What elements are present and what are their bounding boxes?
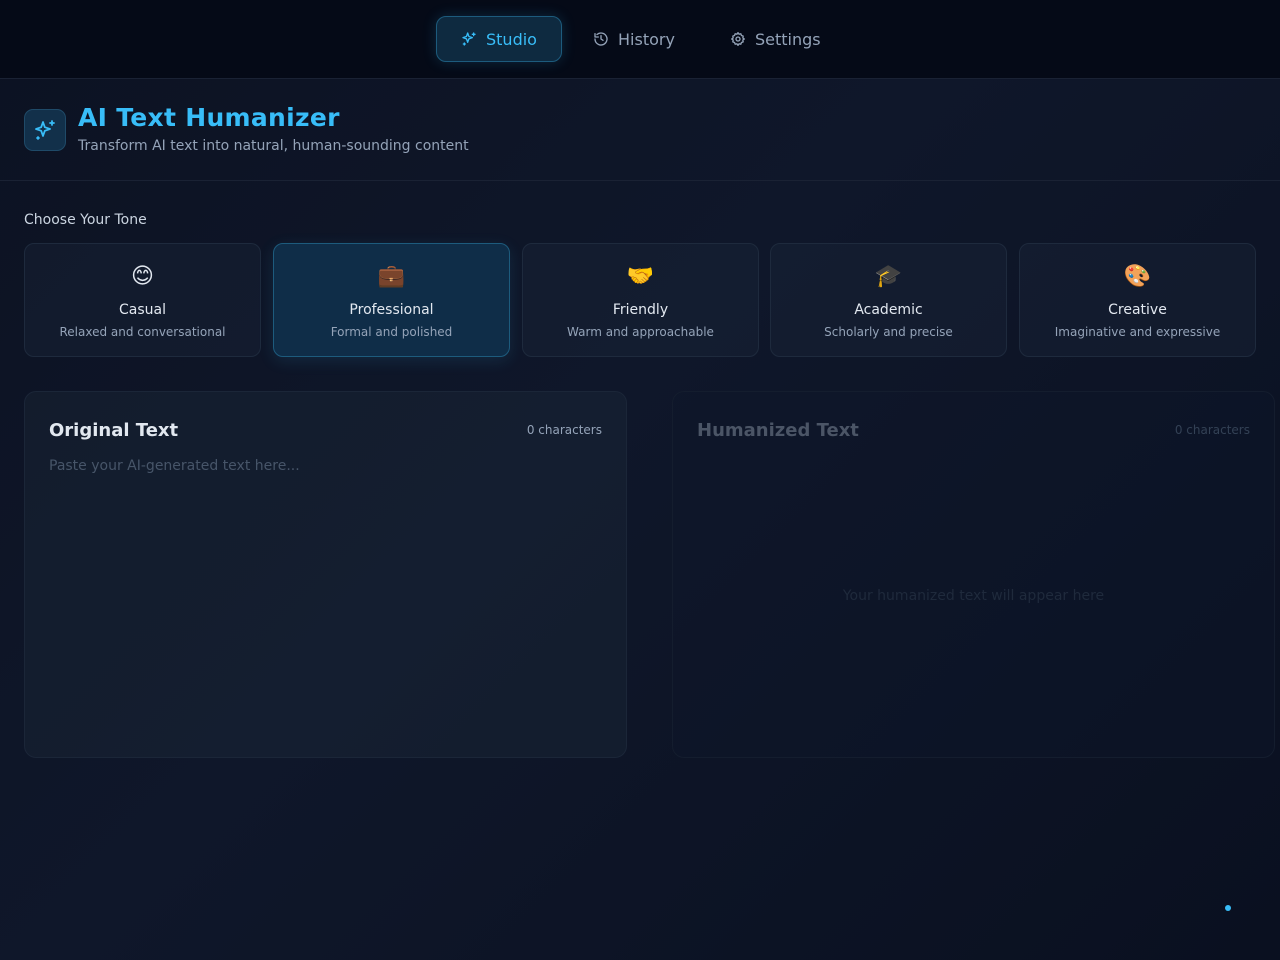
palette-icon: 🎨 [1123,264,1152,289]
graduation-cap-icon: 🎓 [874,264,903,289]
humanized-text-title: Humanized Text [697,420,859,441]
nav-tab-studio[interactable]: Studio [436,16,562,62]
page-subtitle: Transform AI text into natural, human-so… [78,138,469,154]
tone-option-academic[interactable]: 🎓 Academic Scholarly and precise [770,243,1007,357]
original-char-count: 0 characters [526,423,602,437]
sparkles-icon [35,120,55,140]
tone-description: Relaxed and conversational [59,325,226,339]
app-header: AI Text Humanizer Transform AI text into… [0,79,1280,181]
original-text-input[interactable] [49,458,604,728]
tone-name: Friendly [612,302,669,318]
tone-description: Formal and polished [330,325,453,339]
tone-name: Academic [854,302,923,318]
tone-option-creative[interactable]: 🎨 Creative Imaginative and expressive [1019,243,1256,357]
history-icon [594,32,608,46]
handshake-icon: 🤝 [626,264,655,289]
status-dot [1225,905,1231,911]
tone-name: Creative [1108,302,1167,318]
tone-option-friendly[interactable]: 🤝 Friendly Warm and approachable [522,243,759,357]
sparkles-icon [462,32,476,46]
humanized-text-panel: Humanized Text 0 characters Your humaniz… [672,391,1275,758]
nav-tab-settings[interactable]: Settings [706,16,845,62]
tone-option-casual[interactable]: 😊 Casual Relaxed and conversational [24,243,261,357]
tone-section-label: Choose Your Tone [24,212,147,228]
nav-tab-history[interactable]: History [569,16,699,62]
nav-tab-label: Studio [486,29,537,49]
tone-name: Casual [119,302,166,318]
page-title: AI Text Humanizer [78,103,340,132]
original-text-panel: Original Text 0 characters [24,391,627,758]
tone-description: Imaginative and expressive [1054,325,1221,339]
nav-tab-label: Settings [755,29,821,49]
humanized-output-placeholder: Your humanized text will appear here [842,588,1105,604]
tone-name: Professional [349,302,434,318]
tone-description: Warm and approachable [567,325,714,339]
top-nav: Studio History Settings [0,0,1280,79]
smile-icon: 😊 [131,264,154,289]
app-logo [24,109,66,151]
briefcase-icon: 💼 [377,264,406,289]
original-text-title: Original Text [49,420,179,441]
tone-description: Scholarly and precise [824,325,953,339]
gear-icon [731,31,745,46]
tone-option-professional[interactable]: 💼 Professional Formal and polished [273,243,510,357]
humanized-char-count: 0 characters [1174,423,1250,437]
nav-tab-label: History [618,29,675,49]
